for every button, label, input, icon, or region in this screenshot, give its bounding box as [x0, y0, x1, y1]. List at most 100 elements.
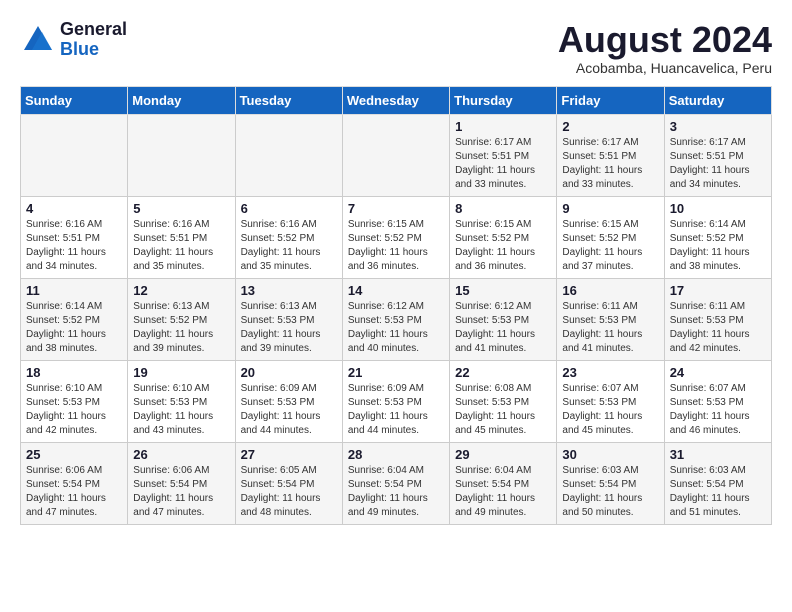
day-info: Sunrise: 6:08 AM Sunset: 5:53 PM Dayligh… [455, 382, 551, 438]
day-info: Sunrise: 6:16 AM Sunset: 5:51 PM Dayligh… [133, 218, 229, 274]
day-number: 10 [670, 201, 766, 216]
day-number: 12 [133, 283, 229, 298]
calendar-cell: 15 Sunrise: 6:12 AM Sunset: 5:53 PM Dayli… [450, 278, 557, 360]
day-info: Sunrise: 6:17 AM Sunset: 5:51 PM Dayligh… [455, 136, 551, 192]
weekday-header-saturday: Saturday [664, 86, 771, 114]
day-info: Sunrise: 6:09 AM Sunset: 5:53 PM Dayligh… [348, 382, 444, 438]
day-number: 21 [348, 365, 444, 380]
calendar-cell: 9 Sunrise: 6:15 AM Sunset: 5:52 PM Daylig… [557, 196, 664, 278]
day-number: 23 [562, 365, 658, 380]
weekday-header-tuesday: Tuesday [235, 86, 342, 114]
calendar-cell: 29 Sunrise: 6:04 AM Sunset: 5:54 PM Dayli… [450, 442, 557, 524]
day-info: Sunrise: 6:14 AM Sunset: 5:52 PM Dayligh… [26, 300, 122, 356]
calendar-cell: 16 Sunrise: 6:11 AM Sunset: 5:53 PM Dayli… [557, 278, 664, 360]
month-title: August 2024 [558, 20, 772, 60]
day-info: Sunrise: 6:05 AM Sunset: 5:54 PM Dayligh… [241, 464, 337, 520]
day-info: Sunrise: 6:11 AM Sunset: 5:53 PM Dayligh… [562, 300, 658, 356]
day-info: Sunrise: 6:06 AM Sunset: 5:54 PM Dayligh… [26, 464, 122, 520]
day-info: Sunrise: 6:04 AM Sunset: 5:54 PM Dayligh… [455, 464, 551, 520]
day-info: Sunrise: 6:07 AM Sunset: 5:53 PM Dayligh… [670, 382, 766, 438]
weekday-header-monday: Monday [128, 86, 235, 114]
day-number: 31 [670, 447, 766, 462]
calendar-cell [128, 114, 235, 196]
day-number: 2 [562, 119, 658, 134]
day-number: 20 [241, 365, 337, 380]
day-info: Sunrise: 6:10 AM Sunset: 5:53 PM Dayligh… [26, 382, 122, 438]
day-number: 4 [26, 201, 122, 216]
calendar-week-4: 18 Sunrise: 6:10 AM Sunset: 5:53 PM Dayli… [21, 360, 772, 442]
calendar-cell: 4 Sunrise: 6:16 AM Sunset: 5:51 PM Daylig… [21, 196, 128, 278]
logo-icon [20, 22, 56, 58]
day-info: Sunrise: 6:09 AM Sunset: 5:53 PM Dayligh… [241, 382, 337, 438]
day-number: 17 [670, 283, 766, 298]
day-number: 16 [562, 283, 658, 298]
calendar-week-5: 25 Sunrise: 6:06 AM Sunset: 5:54 PM Dayli… [21, 442, 772, 524]
day-info: Sunrise: 6:13 AM Sunset: 5:53 PM Dayligh… [241, 300, 337, 356]
calendar-week-2: 4 Sunrise: 6:16 AM Sunset: 5:51 PM Daylig… [21, 196, 772, 278]
calendar-cell: 17 Sunrise: 6:11 AM Sunset: 5:53 PM Dayli… [664, 278, 771, 360]
calendar-cell: 11 Sunrise: 6:14 AM Sunset: 5:52 PM Dayli… [21, 278, 128, 360]
weekday-header-row: SundayMondayTuesdayWednesdayThursdayFrid… [21, 86, 772, 114]
weekday-header-thursday: Thursday [450, 86, 557, 114]
day-info: Sunrise: 6:10 AM Sunset: 5:53 PM Dayligh… [133, 382, 229, 438]
calendar-cell: 24Sunrise: 6:07 AM Sunset: 5:53 PM Dayli… [664, 360, 771, 442]
day-number: 5 [133, 201, 229, 216]
day-info: Sunrise: 6:12 AM Sunset: 5:53 PM Dayligh… [455, 300, 551, 356]
calendar-cell: 21 Sunrise: 6:09 AM Sunset: 5:53 PM Dayli… [342, 360, 449, 442]
day-info: Sunrise: 6:12 AM Sunset: 5:53 PM Dayligh… [348, 300, 444, 356]
calendar-cell: 28 Sunrise: 6:04 AM Sunset: 5:54 PM Dayli… [342, 442, 449, 524]
calendar-cell: 25 Sunrise: 6:06 AM Sunset: 5:54 PM Dayli… [21, 442, 128, 524]
calendar-cell [342, 114, 449, 196]
calendar-cell: 27 Sunrise: 6:05 AM Sunset: 5:54 PM Dayli… [235, 442, 342, 524]
day-number: 26 [133, 447, 229, 462]
day-info: Sunrise: 6:15 AM Sunset: 5:52 PM Dayligh… [348, 218, 444, 274]
day-info: Sunrise: 6:04 AM Sunset: 5:54 PM Dayligh… [348, 464, 444, 520]
calendar-cell: 23Sunrise: 6:07 AM Sunset: 5:53 PM Dayli… [557, 360, 664, 442]
day-info: Sunrise: 6:15 AM Sunset: 5:52 PM Dayligh… [562, 218, 658, 274]
day-number: 11 [26, 283, 122, 298]
day-info: Sunrise: 6:17 AM Sunset: 5:51 PM Dayligh… [670, 136, 766, 192]
calendar-cell: 26Sunrise: 6:06 AM Sunset: 5:54 PM Dayli… [128, 442, 235, 524]
calendar-cell: 2Sunrise: 6:17 AM Sunset: 5:51 PM Daylig… [557, 114, 664, 196]
day-info: Sunrise: 6:11 AM Sunset: 5:53 PM Dayligh… [670, 300, 766, 356]
day-number: 15 [455, 283, 551, 298]
day-number: 29 [455, 447, 551, 462]
calendar-cell [21, 114, 128, 196]
calendar-week-3: 11 Sunrise: 6:14 AM Sunset: 5:52 PM Dayli… [21, 278, 772, 360]
day-number: 7 [348, 201, 444, 216]
weekday-header-friday: Friday [557, 86, 664, 114]
day-number: 28 [348, 447, 444, 462]
calendar-cell: 30Sunrise: 6:03 AM Sunset: 5:54 PM Dayli… [557, 442, 664, 524]
day-number: 25 [26, 447, 122, 462]
calendar-cell: 20 Sunrise: 6:09 AM Sunset: 5:53 PM Dayli… [235, 360, 342, 442]
calendar-cell: 1 Sunrise: 6:17 AM Sunset: 5:51 PM Daylig… [450, 114, 557, 196]
calendar-cell: 31Sunrise: 6:03 AM Sunset: 5:54 PM Dayli… [664, 442, 771, 524]
calendar-cell: 12Sunrise: 6:13 AM Sunset: 5:52 PM Dayli… [128, 278, 235, 360]
day-number: 27 [241, 447, 337, 462]
day-number: 1 [455, 119, 551, 134]
calendar-cell: 18 Sunrise: 6:10 AM Sunset: 5:53 PM Dayli… [21, 360, 128, 442]
day-number: 8 [455, 201, 551, 216]
calendar-week-1: 1 Sunrise: 6:17 AM Sunset: 5:51 PM Daylig… [21, 114, 772, 196]
calendar-cell: 10Sunrise: 6:14 AM Sunset: 5:52 PM Dayli… [664, 196, 771, 278]
logo-text: General Blue [60, 20, 127, 60]
calendar-table: SundayMondayTuesdayWednesdayThursdayFrid… [20, 86, 772, 525]
day-info: Sunrise: 6:16 AM Sunset: 5:51 PM Dayligh… [26, 218, 122, 274]
day-info: Sunrise: 6:15 AM Sunset: 5:52 PM Dayligh… [455, 218, 551, 274]
day-number: 18 [26, 365, 122, 380]
calendar-cell: 22 Sunrise: 6:08 AM Sunset: 5:53 PM Dayli… [450, 360, 557, 442]
day-number: 30 [562, 447, 658, 462]
calendar-cell: 7 Sunrise: 6:15 AM Sunset: 5:52 PM Daylig… [342, 196, 449, 278]
page-header: General Blue August 2024 Acobamba, Huanc… [20, 20, 772, 76]
day-number: 9 [562, 201, 658, 216]
day-number: 22 [455, 365, 551, 380]
calendar-cell: 19Sunrise: 6:10 AM Sunset: 5:53 PM Dayli… [128, 360, 235, 442]
calendar-cell [235, 114, 342, 196]
weekday-header-sunday: Sunday [21, 86, 128, 114]
calendar-cell: 3Sunrise: 6:17 AM Sunset: 5:51 PM Daylig… [664, 114, 771, 196]
calendar-cell: 8 Sunrise: 6:15 AM Sunset: 5:52 PM Daylig… [450, 196, 557, 278]
day-number: 6 [241, 201, 337, 216]
calendar-cell: 14Sunrise: 6:12 AM Sunset: 5:53 PM Dayli… [342, 278, 449, 360]
calendar-cell: 6Sunrise: 6:16 AM Sunset: 5:52 PM Daylig… [235, 196, 342, 278]
title-block: August 2024 Acobamba, Huancavelica, Peru [558, 20, 772, 76]
